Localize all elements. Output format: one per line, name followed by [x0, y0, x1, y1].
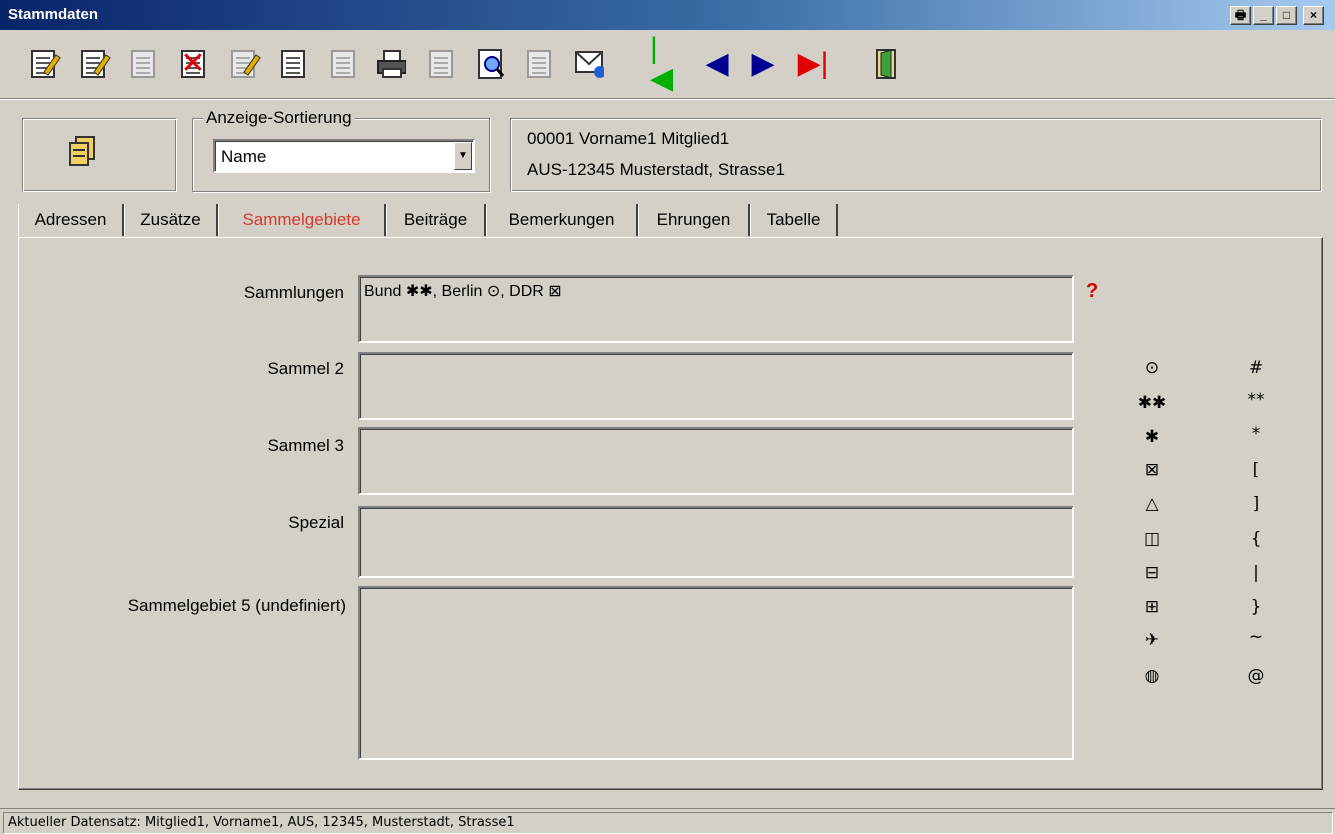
sammlungen-value: Bund ✱✱, Berlin ⊙, DDR ⊠: [364, 283, 562, 300]
new-record-button[interactable]: [78, 47, 111, 81]
symbol-star: ✱: [1144, 427, 1160, 447]
symbol-disc: ◍: [1144, 666, 1160, 686]
sammelgebiet5-label: Sammelgebiet 5 (undefiniert): [127, 596, 346, 615]
record-icon-panel: [22, 118, 177, 192]
tab-tabelle[interactable]: Tabelle: [750, 204, 838, 236]
document-button[interactable]: [524, 47, 554, 81]
last-record-button[interactable]: ▶|: [797, 47, 829, 81]
export-button[interactable]: [328, 47, 358, 81]
tab-zusaetze[interactable]: Zusätze: [124, 204, 218, 236]
symbol-hsplit-box: ⊟: [1144, 563, 1160, 583]
symbol-airplane: ✈: [1144, 630, 1160, 650]
first-record-button[interactable]: |◀: [650, 34, 680, 94]
tab-sammelgebiete[interactable]: Sammelgebiete: [218, 204, 386, 236]
symbol-double-asterisk: **: [1247, 390, 1265, 410]
record-summary-panel: 00001 Vorname1 Mitglied1 AUS-12345 Muste…: [510, 118, 1322, 192]
exit-button[interactable]: [872, 47, 902, 81]
symbol-grid-box: ⊞: [1144, 597, 1160, 617]
tab-bemerkungen[interactable]: Bemerkungen: [486, 204, 638, 236]
copy-record-icon: [131, 50, 155, 78]
export-icon: [331, 50, 355, 78]
status-bar: Aktueller Datensatz: Mitglied1, Vorname1…: [0, 808, 1335, 834]
previous-record-button[interactable]: ◀: [702, 47, 732, 81]
records-icon: [69, 136, 95, 166]
sammlungen-field[interactable]: Bund ✱✱, Berlin ⊙, DDR ⊠: [358, 275, 1074, 343]
edit-note-icon: [231, 50, 261, 78]
list-view-button[interactable]: [278, 47, 308, 81]
record-summary-line1: 00001 Vorname1 Mitglied1: [527, 129, 730, 148]
print-button[interactable]: [376, 47, 406, 81]
record-summary-line2: AUS-12345 Musterstadt, Strasse1: [527, 160, 785, 179]
report-icon: [429, 50, 453, 78]
delete-record-button[interactable]: ✕: [178, 47, 208, 81]
toolbar-separator: [0, 98, 1335, 100]
symbol-at: @: [1247, 666, 1265, 686]
email-icon: [575, 51, 604, 78]
help-icon[interactable]: ?: [1086, 280, 1098, 303]
symbol-open-bracket: [: [1252, 460, 1260, 480]
symbol-circle-dot: ⊙: [1144, 358, 1160, 378]
window-title: Stammdaten: [8, 6, 99, 23]
sort-select[interactable]: Name ▼: [213, 139, 475, 173]
next-record-button[interactable]: ▶: [748, 47, 778, 81]
sammlungen-label: Sammlungen: [243, 283, 344, 302]
symbol-asterisk: *: [1251, 424, 1261, 444]
symbol-close-brace: }: [1250, 597, 1262, 617]
document-icon: [527, 50, 551, 78]
symbol-open-brace: {: [1250, 529, 1262, 549]
spezial-label: Spezial: [288, 513, 344, 532]
minimize-button[interactable]: _: [1253, 6, 1274, 25]
symbol-close-bracket: ]: [1252, 494, 1260, 514]
tab-beitraege[interactable]: Beiträge: [386, 204, 486, 236]
copy-record-button[interactable]: [128, 47, 158, 81]
sort-legend: Anzeige-Sortierung: [203, 108, 355, 128]
symbol-hash: #: [1248, 358, 1264, 378]
exit-door-icon: [876, 49, 896, 79]
sammel2-field[interactable]: [358, 352, 1074, 420]
toolbar: ✕ |◀ ◀ ▶ ▶|: [0, 30, 1335, 98]
next-record-icon: ▶: [751, 47, 775, 80]
title-bar: Stammdaten 🖶 _ □ ×: [0, 0, 1335, 30]
maximize-button[interactable]: □: [1276, 6, 1297, 25]
email-button[interactable]: [574, 47, 604, 81]
edit-record-icon: [31, 50, 61, 78]
sammel3-field[interactable]: [358, 427, 1074, 495]
edit-record-button[interactable]: [28, 47, 61, 81]
last-record-icon: ▶|: [797, 47, 829, 80]
print-icon: [377, 50, 406, 78]
sort-select-value: Name: [221, 147, 267, 166]
report-button[interactable]: [426, 47, 456, 81]
symbol-double-star: ✱✱: [1137, 393, 1167, 413]
print-window-button[interactable]: 🖶: [1230, 6, 1251, 25]
status-text: Aktueller Datensatz: Mitglied1, Vorname1…: [3, 812, 1333, 834]
sammel3-label: Sammel 3: [267, 436, 344, 455]
first-record-icon: |◀: [650, 32, 674, 95]
chevron-down-icon[interactable]: ▼: [454, 142, 472, 170]
preview-button[interactable]: [476, 47, 506, 81]
symbol-tilde: ~: [1248, 627, 1264, 647]
tab-ehrungen[interactable]: Ehrungen: [638, 204, 750, 236]
edit-note-button[interactable]: [228, 47, 261, 81]
symbol-envelope: ⊠: [1144, 460, 1160, 480]
sammel2-label: Sammel 2: [267, 359, 344, 378]
symbol-pipe: |: [1253, 563, 1259, 583]
previous-record-icon: ◀: [705, 47, 729, 80]
symbol-split-box: ◫: [1143, 529, 1161, 549]
new-record-icon: [81, 50, 111, 78]
sammelgebiet5-field[interactable]: [358, 586, 1074, 760]
preview-icon: [478, 49, 505, 79]
list-view-icon: [281, 50, 305, 78]
sort-groupbox: Anzeige-Sortierung Name ▼: [192, 108, 490, 192]
tab-adressen[interactable]: Adressen: [18, 204, 124, 236]
close-button[interactable]: ×: [1303, 6, 1324, 25]
spezial-field[interactable]: [358, 506, 1074, 578]
symbol-triangle: △: [1145, 494, 1159, 514]
